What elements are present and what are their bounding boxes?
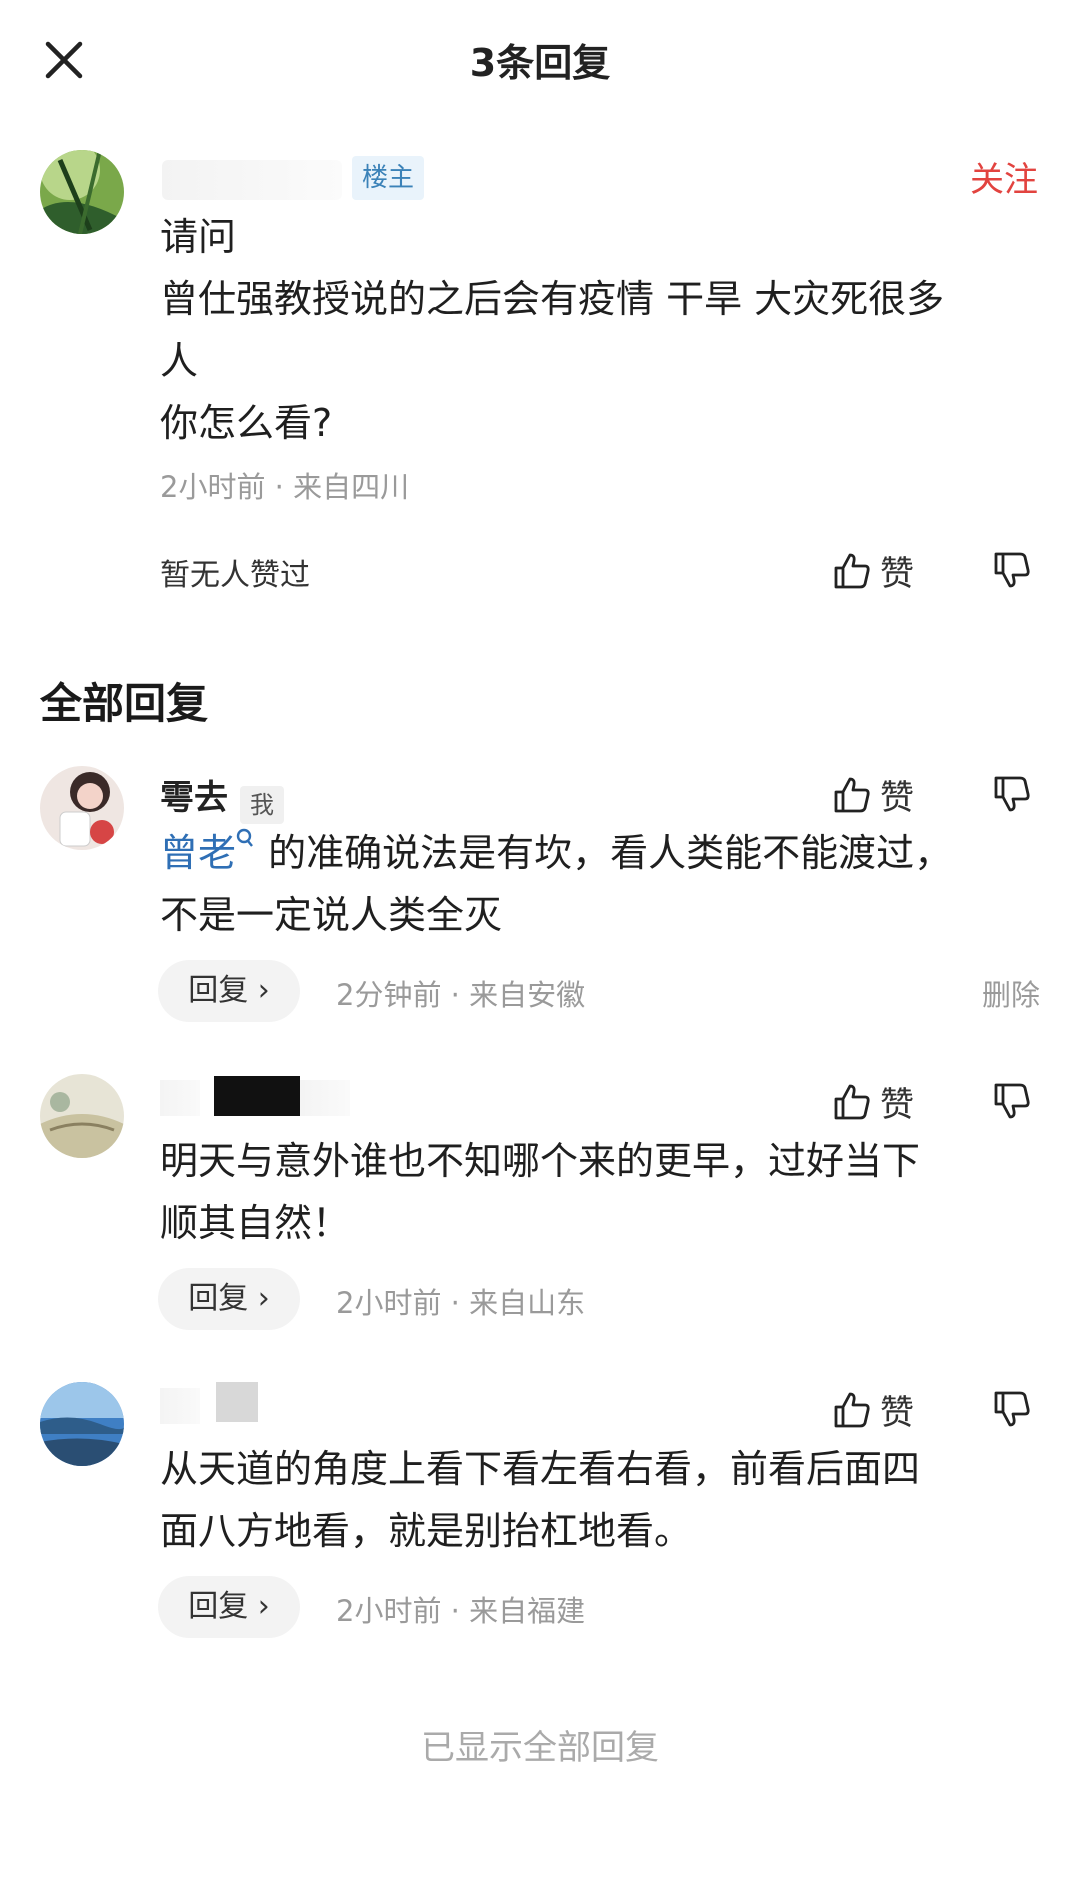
op-username-redacted	[162, 160, 342, 200]
search-icon	[236, 828, 253, 847]
reply-line: 明天与意外谁也不知哪个来的更早，过好当下	[160, 1139, 921, 1183]
reply-line: 不是一定说人类全灭	[160, 893, 503, 937]
post-line: 请问	[160, 215, 237, 259]
like-label: 赞	[880, 554, 914, 594]
reply-content: 明天与意外谁也不知哪个来的更早，过好当下 顺其自然！	[160, 1130, 1040, 1254]
reply-button[interactable]: 回复 ›	[158, 1268, 300, 1330]
username-redacted	[216, 1382, 258, 1422]
post-content: 请问 曾仕强教授说的之后会有疫情 干旱 大灾死很多 人 你怎么看?	[160, 206, 1040, 454]
no-likes-text: 暂无人赞过	[160, 558, 310, 593]
reply-username[interactable]: 雩去	[160, 778, 228, 818]
reply-content: 从天道的角度上看下看左看右看，前看后面四 面八方地看，就是别抬杠地看。	[160, 1438, 1040, 1562]
reply-header: 雩去我	[160, 770, 284, 824]
me-badge: 我	[240, 785, 284, 824]
chevron-right-icon: ›	[248, 1589, 270, 1624]
thumbs-up-icon	[834, 1084, 870, 1119]
post-line: 曾仕强教授说的之后会有疫情 干旱 大灾死很多	[160, 277, 945, 321]
username-redacted	[160, 1388, 200, 1424]
reply-meta: 2小时前 · 来自山东	[336, 1286, 586, 1320]
username-redacted	[160, 1080, 200, 1116]
like-button[interactable]: 赞	[832, 1385, 914, 1433]
like-button[interactable]: 赞	[832, 546, 914, 594]
like-label: 赞	[880, 1393, 914, 1433]
dislike-button[interactable]	[992, 774, 1032, 818]
reply-meta: 2小时前 · 来自福建	[336, 1594, 586, 1628]
reply-line: 从天道的角度上看下看左看右看，前看后面四	[160, 1447, 921, 1491]
thumbs-down-icon	[994, 1391, 1030, 1427]
chevron-right-icon: ›	[248, 973, 270, 1008]
reply-avatar[interactable]	[40, 766, 124, 850]
reply-button[interactable]: 回复 ›	[158, 1576, 300, 1638]
dislike-button[interactable]	[992, 1081, 1032, 1125]
thumbs-up-icon	[834, 777, 870, 812]
chevron-right-icon: ›	[248, 1281, 270, 1316]
section-title: 全部回复	[40, 679, 209, 728]
post-line: 人	[160, 339, 199, 383]
mention-link[interactable]: 曾老	[160, 828, 256, 875]
dislike-button[interactable]	[992, 1389, 1032, 1433]
op-badge: 楼主	[352, 156, 425, 200]
thumbs-down-icon	[994, 776, 1030, 812]
reply-avatar[interactable]	[40, 1382, 124, 1466]
reply-content: 曾老 的准确说法是有坎，看人类能不能渡过， 不是一定说人类全灭	[160, 822, 1040, 946]
all-replies-shown: 已显示全部回复	[421, 1728, 659, 1768]
username-redacted	[214, 1076, 300, 1116]
reply-line: 顺其自然！	[160, 1201, 351, 1245]
thumbs-up-icon	[834, 1392, 870, 1427]
thumbs-down-icon	[994, 1083, 1030, 1119]
avatar-image	[40, 1382, 124, 1466]
op-avatar[interactable]	[40, 150, 124, 234]
post-line: 你怎么看?	[160, 401, 333, 445]
follow-button[interactable]: 关注	[970, 152, 1038, 201]
reply-text: 的准确说法是有坎，看人类能不能渡过，	[268, 831, 953, 875]
page-title: 3条回复	[469, 41, 611, 85]
avatar-image	[40, 1074, 124, 1158]
avatar-image	[40, 150, 124, 234]
thumbs-up-icon	[834, 553, 870, 588]
reply-line: 面八方地看，就是别抬杠地看。	[160, 1509, 693, 1553]
delete-button[interactable]: 删除	[982, 972, 1040, 1014]
reply-button[interactable]: 回复 ›	[158, 960, 300, 1022]
dislike-button[interactable]	[992, 550, 1032, 594]
like-button[interactable]: 赞	[832, 770, 914, 818]
like-label: 赞	[880, 1085, 914, 1125]
reply-avatar[interactable]	[40, 1074, 124, 1158]
like-label: 赞	[880, 778, 914, 818]
avatar-image	[40, 766, 124, 850]
reply-meta: 2分钟前 · 来自安徽	[336, 978, 586, 1012]
like-button[interactable]: 赞	[832, 1077, 914, 1125]
post-meta: 2小时前 · 来自四川	[160, 470, 410, 504]
username-redacted	[300, 1080, 350, 1116]
thumbs-down-icon	[994, 552, 1030, 588]
